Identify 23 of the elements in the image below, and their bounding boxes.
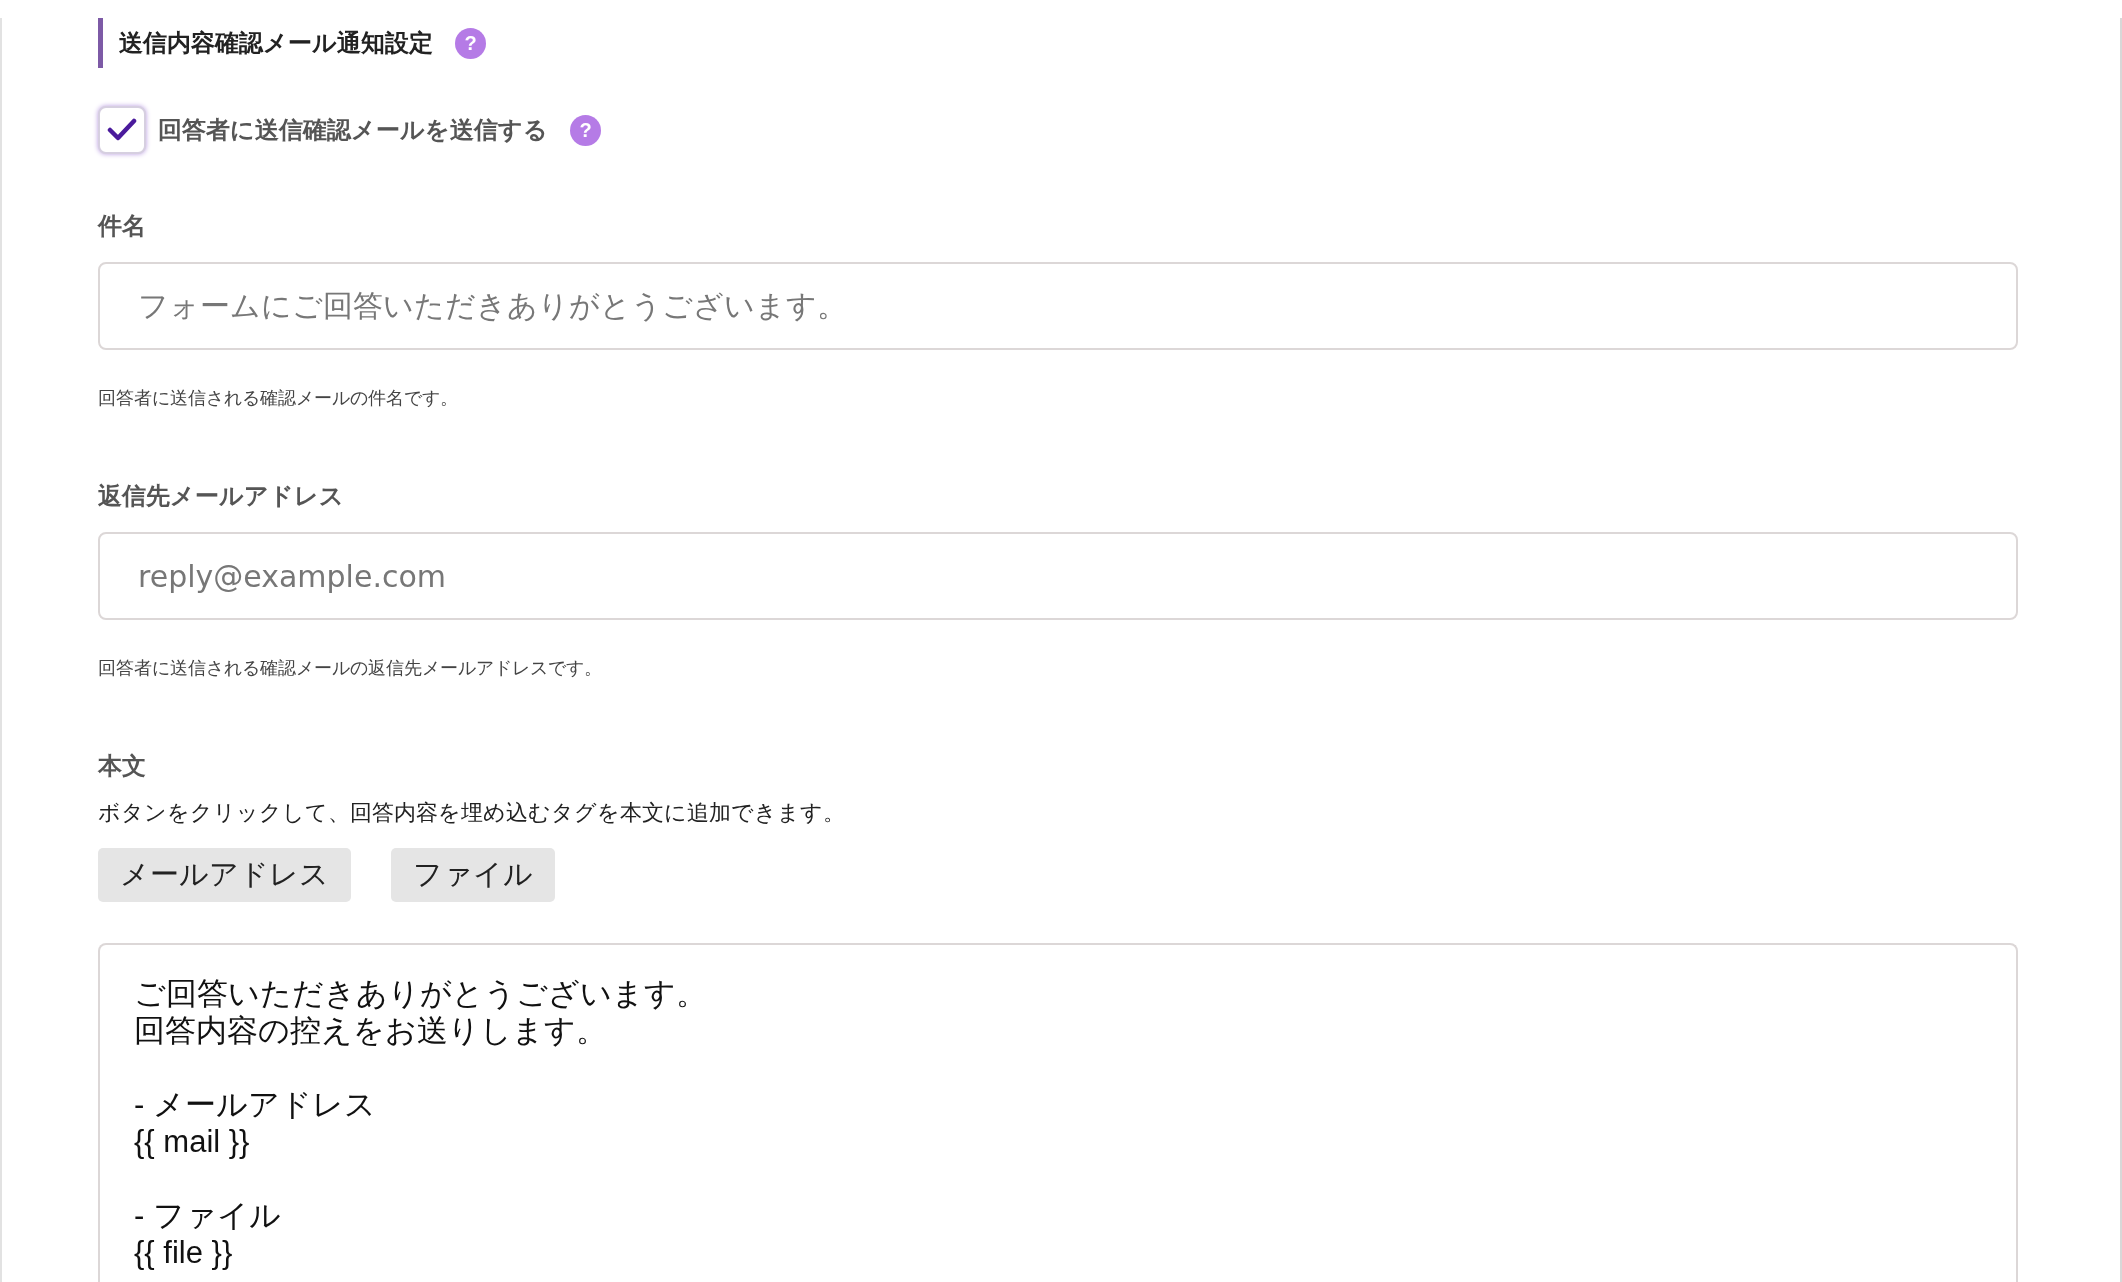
field-hint: 回答者に送信される確認メールの返信先メールアドレスです。 — [98, 656, 603, 680]
tag-button[interactable]: メールアドレス — [98, 848, 351, 902]
checkbox-label: 回答者に送信確認メールを送信する — [158, 115, 548, 146]
body-text-line: 回答内容の控えをお送りします。 — [134, 1012, 607, 1049]
field-label: 本文 — [98, 751, 147, 782]
field-hint: 回答者に送信される確認メールの件名です。 — [98, 386, 459, 410]
body-text-line: {{ mail }} — [134, 1123, 250, 1160]
checkmark-icon — [107, 118, 137, 142]
body-textarea[interactable]: ご回答いただきありがとうございます。 回答内容の控えをお送りします。 - メールアドレス {{ mail }} - ファイル {{ file }} — [98, 943, 2018, 1282]
help-icon[interactable]: ? — [570, 114, 601, 146]
body-text-line: ご回答いただきありがとうございます。 — [134, 975, 707, 1012]
input-field[interactable]: フォームにご回答いただきありがとうございます。 — [98, 262, 2018, 350]
input-field[interactable]: reply@example.com — [98, 532, 2018, 620]
body-text-line: - メールアドレス — [134, 1086, 376, 1123]
section-title: 送信内容確認メール通知設定 — [119, 28, 433, 59]
help-icon[interactable]: ? — [455, 27, 486, 59]
body-text-line: {{ file }} — [134, 1234, 233, 1271]
body-description: ボタンをクリックして、回答内容を埋め込むタグを本文に追加できます。 — [98, 799, 846, 827]
body-text-line: - ファイル — [134, 1197, 281, 1234]
tag-button[interactable]: ファイル — [391, 848, 555, 902]
field-label: 返信先メールアドレス — [98, 481, 345, 512]
field-label: 件名 — [98, 211, 147, 242]
checkbox[interactable] — [98, 106, 146, 154]
